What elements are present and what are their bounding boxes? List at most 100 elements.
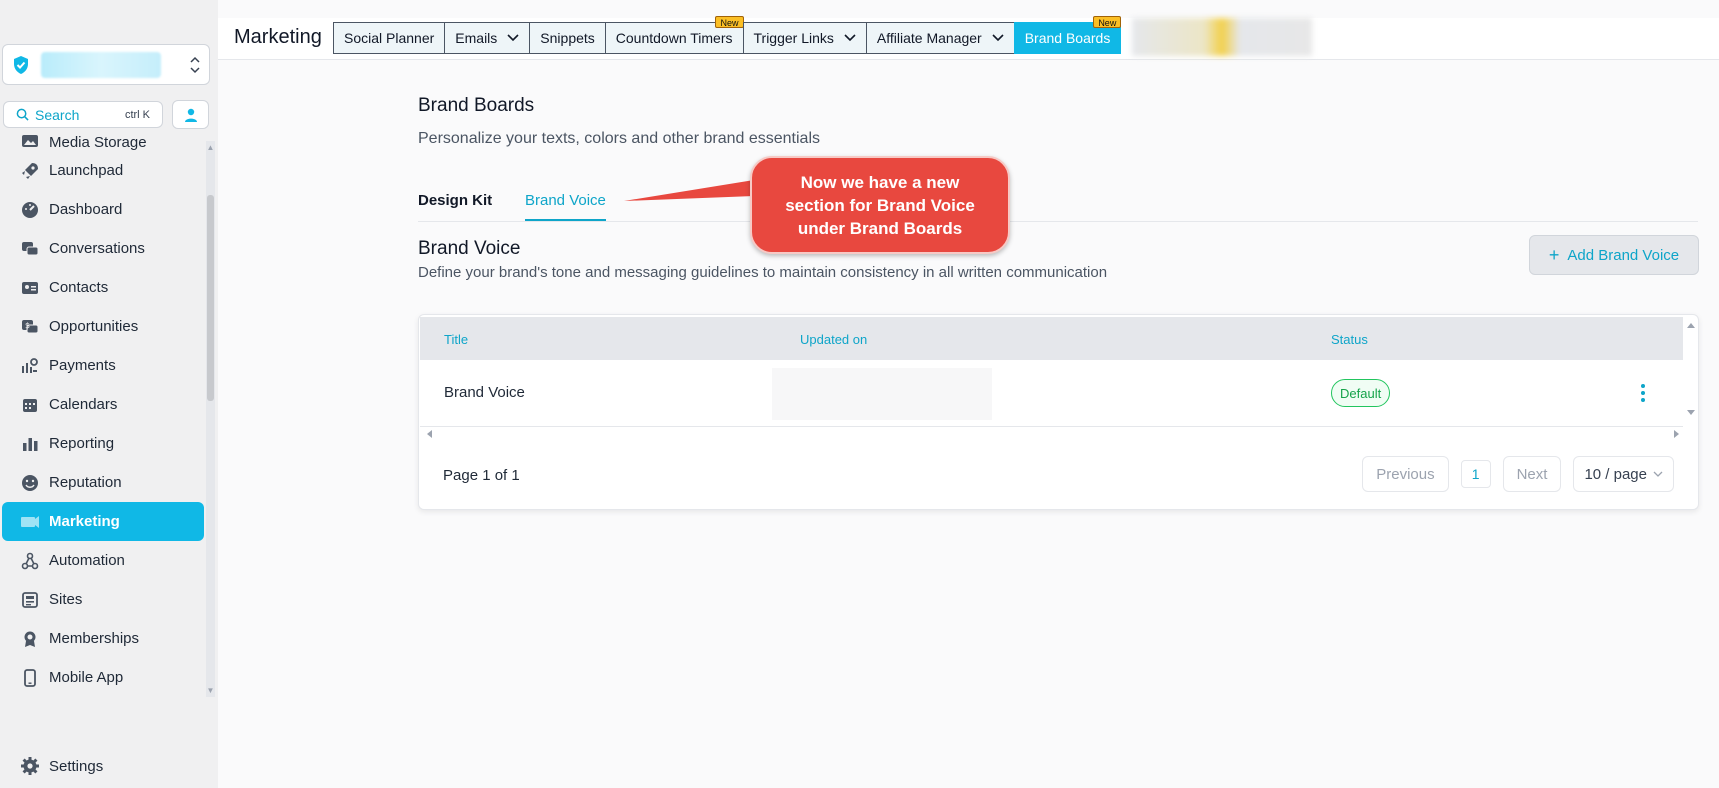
account-switcher[interactable] [2, 44, 210, 85]
sidebar-item-label: Calendars [49, 396, 118, 413]
sidebar-nav: Media Storage Launchpad Dashboard Conversat… [0, 131, 206, 701]
sidebar-item-sites[interactable]: Sites [0, 580, 206, 619]
module-tabs: Social Planner Emails Snippets Countdown Ti… [333, 16, 1122, 54]
sidebar-item-label: Memberships [49, 630, 140, 647]
sites-icon [20, 590, 40, 610]
top-bar: Marketing Social Planner Emails Snippets Co… [218, 16, 1719, 60]
annotation-callout: Now we have a new section for Brand Voic… [750, 156, 1010, 254]
table-row[interactable]: Brand Voice Default [420, 360, 1683, 427]
sidebar-item-reporting[interactable]: Reporting [0, 424, 206, 463]
user-icon [184, 108, 197, 122]
sidebar-item-label: Automation [49, 552, 125, 569]
page-size-select[interactable]: 10 / page [1573, 456, 1674, 492]
sidebar-item-label: Media Storage [49, 134, 147, 151]
new-badge: New [715, 16, 744, 28]
more-options-icon[interactable] [1638, 382, 1648, 404]
column-title[interactable]: Title [444, 332, 468, 347]
tab-label: Snippets [540, 30, 595, 46]
tab-snippets[interactable]: Snippets [529, 22, 605, 54]
page-header: Brand Boards Personalize your texts, col… [418, 95, 820, 148]
page-size-value: 10 / page [1584, 465, 1647, 483]
tab-design-kit[interactable]: Design Kit [418, 192, 492, 219]
sidebar: Search ctrl K Media Storage Launchpad Dash… [0, 0, 218, 788]
tab-label: Countdown Timers [615, 30, 733, 46]
sidebar-item-label: Mobile App [49, 669, 124, 686]
smiley-icon [20, 473, 40, 493]
scroll-up-icon[interactable]: ▲ [206, 143, 215, 152]
sidebar-scrollbar[interactable]: ▲ ▼ [206, 141, 215, 697]
tab-label: Trigger Links [753, 30, 834, 46]
row-title: Brand Voice [444, 384, 525, 401]
pagination-summary: Page 1 of 1 [443, 467, 520, 484]
module-title: Marketing [234, 26, 322, 48]
tab-countdown-timers[interactable]: Countdown Timers New [604, 16, 744, 54]
sidebar-item-label: Reporting [49, 435, 115, 452]
sidebar-item-dashboard[interactable]: Dashboard [0, 190, 206, 229]
account-name-redacted [41, 51, 161, 78]
next-page-button[interactable]: Next [1502, 456, 1562, 492]
badge-icon [20, 629, 40, 649]
sidebar-item-marketing[interactable]: Marketing [2, 502, 204, 541]
tab-affiliate-manager[interactable]: Affiliate Manager [865, 22, 1014, 54]
page-number-button[interactable]: 1 [1460, 460, 1491, 488]
chevron-down-icon [844, 34, 856, 42]
new-badge: New [1093, 16, 1122, 28]
add-brand-voice-button[interactable]: + Add Brand Voice [1529, 235, 1699, 275]
settings-label: Settings [49, 757, 104, 775]
tab-social-planner[interactable]: Social Planner [333, 22, 445, 54]
sidebar-item-payments[interactable]: Payments [0, 346, 206, 385]
tab-brand-voice[interactable]: Brand Voice [525, 192, 606, 221]
column-status[interactable]: Status [1331, 332, 1368, 347]
section-description: Define your brand's tone and messaging g… [418, 264, 1108, 281]
brand-voice-table: Title Updated on Status Brand Voice Defa… [418, 314, 1699, 510]
search-button[interactable]: Search ctrl K [3, 101, 163, 128]
previous-page-button[interactable]: Previous [1362, 456, 1449, 492]
scroll-down-icon[interactable]: ▼ [206, 686, 215, 695]
sidebar-item-contacts[interactable]: Contacts [0, 268, 206, 307]
sidebar-item-label: Conversations [49, 240, 145, 257]
megaphone-icon [20, 512, 40, 532]
sidebar-item-reputation[interactable]: Reputation [0, 463, 206, 502]
shield-check-icon [14, 55, 28, 74]
tab-trigger-links[interactable]: Trigger Links [742, 22, 866, 54]
sidebar-item-mobile-app[interactable]: Mobile App [0, 658, 206, 697]
sidebar-item-automation[interactable]: Automation [0, 541, 206, 580]
chevron-up-down-icon [190, 56, 200, 73]
chat-icon [20, 239, 40, 259]
search-icon [16, 108, 29, 121]
redacted-tab [1132, 18, 1312, 56]
mobile-icon [20, 668, 40, 688]
table-horizontal-scrollbar[interactable] [423, 428, 1683, 440]
row-updated-on-redacted [772, 368, 992, 420]
sidebar-item-label: Reputation [49, 474, 122, 491]
scrollbar-thumb[interactable] [207, 195, 214, 401]
plus-icon: + [1548, 244, 1560, 265]
column-updated-on[interactable]: Updated on [800, 332, 867, 347]
sidebar-item-calendars[interactable]: Calendars [0, 385, 206, 424]
sidebar-item-label: Sites [49, 591, 83, 608]
tab-label: Emails [455, 30, 498, 46]
table-vertical-scrollbar[interactable] [1685, 319, 1697, 419]
sidebar-item-label: Opportunities [49, 318, 139, 335]
status-badge: Default [1331, 379, 1391, 407]
add-brand-voice-label: Add Brand Voice [1567, 246, 1680, 264]
sidebar-item-label: Contacts [49, 279, 109, 296]
search-label: Search [35, 106, 80, 123]
sidebar-item-label: Payments [49, 357, 116, 374]
search-shortcut: ctrl K [124, 108, 150, 121]
sidebar-item-media-storage[interactable]: Media Storage [0, 131, 206, 151]
sidebar-item-launchpad[interactable]: Launchpad [0, 151, 206, 190]
sidebar-item-label: Dashboard [49, 201, 123, 218]
section-title: Brand Voice [418, 238, 521, 259]
sidebar-item-settings[interactable]: Settings [20, 756, 103, 776]
user-profile-button[interactable] [172, 100, 209, 129]
tab-emails[interactable]: Emails [444, 22, 530, 54]
sidebar-item-memberships[interactable]: Memberships [0, 619, 206, 658]
sidebar-item-opportunities[interactable]: $ Opportunities [0, 307, 206, 346]
rocket-icon [20, 161, 40, 181]
calendar-icon [20, 395, 40, 415]
page-subtitle: Personalize your texts, colors and other… [418, 130, 820, 147]
dollar-chat-icon: $ [20, 317, 40, 337]
sidebar-item-conversations[interactable]: Conversations [0, 229, 206, 268]
tab-brand-boards[interactable]: Brand Boards New [1013, 16, 1122, 54]
